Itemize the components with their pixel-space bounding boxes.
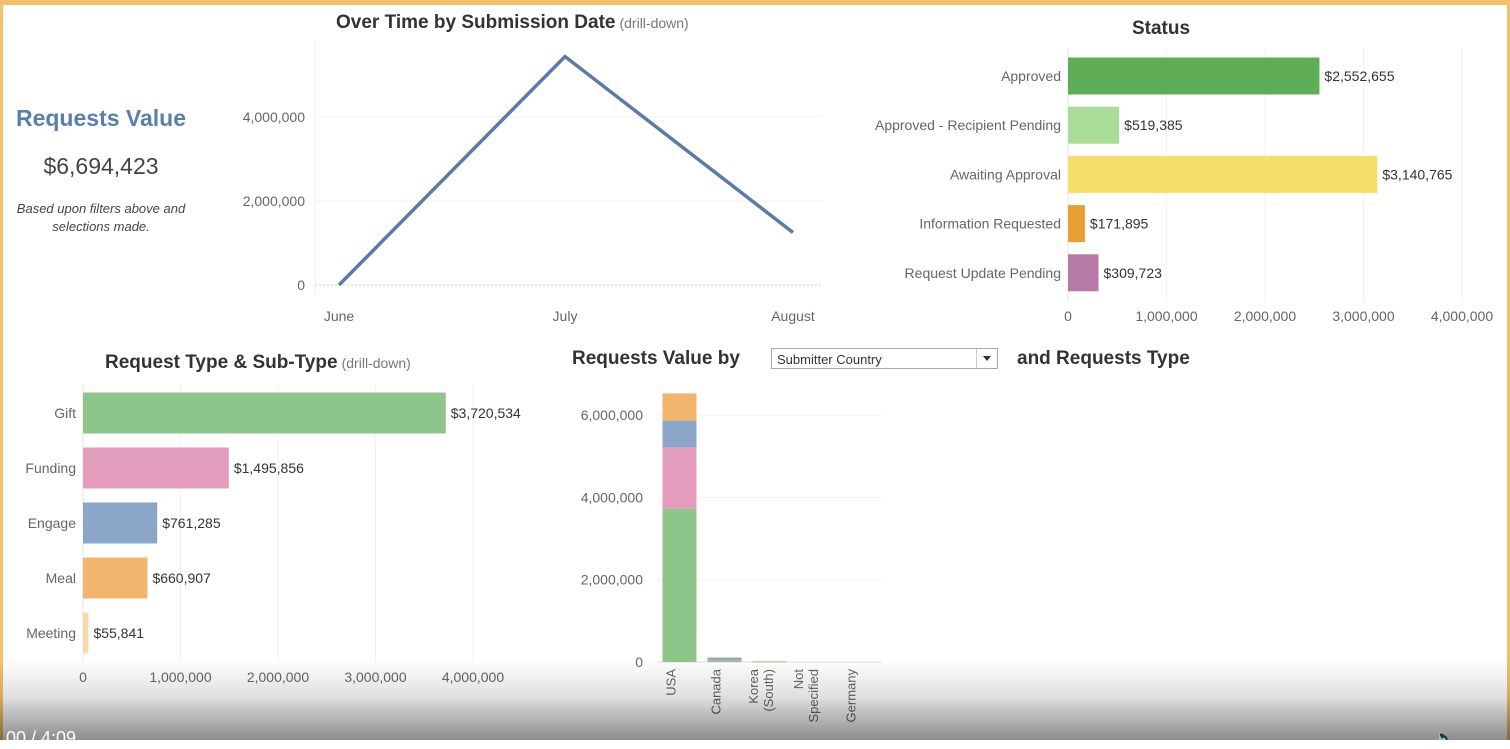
x-tick-label: 2,000,000 — [247, 669, 309, 685]
bar — [1068, 57, 1320, 95]
bar — [83, 502, 158, 544]
bar — [1068, 106, 1120, 144]
country-chart[interactable]: 0 2,000,000 4,000,000 6,000,000 USA Canada Kor… — [560, 380, 900, 740]
x-category-label: (South) — [761, 669, 776, 712]
bar-value-label: $3,720,534 — [451, 405, 521, 421]
bar — [83, 447, 229, 489]
stacked-bar-segment — [707, 657, 742, 658]
bar-value-label: $3,140,765 — [1382, 166, 1452, 182]
stacked-bar-segment — [707, 660, 742, 661]
bar-value-label: $309,723 — [1104, 265, 1163, 281]
x-category-label: Canada — [709, 668, 724, 714]
stacked-bar-segment — [662, 393, 697, 421]
stacked-bar-segment — [752, 661, 787, 662]
status-chart[interactable]: 0 1,000,000 2,000,000 3,000,000 4,000,000 App… — [820, 40, 1510, 340]
y-tick-label: 0 — [297, 277, 305, 293]
volume-icon[interactable]: 🔈 — [1434, 728, 1460, 740]
category-label: Engage — [28, 515, 76, 531]
chevron-down-icon[interactable] — [976, 349, 997, 368]
bar — [1068, 155, 1378, 193]
bar-value-label: $1,495,856 — [234, 460, 304, 476]
category-label: Awaiting Approval — [950, 166, 1061, 182]
category-label: Request Update Pending — [905, 265, 1061, 281]
dimension-dropdown[interactable]: Submitter Country — [771, 348, 998, 369]
bar — [1068, 254, 1099, 292]
x-category-label: USA — [664, 669, 679, 696]
x-category-label: Specified — [806, 669, 821, 722]
bar-value-label: $761,285 — [162, 515, 221, 531]
bar-value-label: $2,552,655 — [1324, 68, 1394, 84]
category-label: Information Requested — [919, 216, 1061, 232]
x-tick-label: 0 — [1064, 308, 1072, 324]
bar-value-label: $660,907 — [152, 570, 211, 586]
stacked-bar-segment — [662, 508, 697, 662]
bar — [1068, 205, 1085, 243]
x-tick-label: 3,000,000 — [344, 669, 406, 685]
over-time-chart[interactable]: 0 2,000,000 4,000,000 June July August — [0, 0, 860, 340]
x-tick-label: 4,000,000 — [442, 669, 504, 685]
bar-value-label: $519,385 — [1124, 117, 1183, 133]
stacked-bar-segment — [662, 447, 697, 509]
x-category-label: Korea — [746, 668, 761, 703]
y-tick-label: 0 — [635, 654, 643, 670]
x-tick-label: 3,000,000 — [1332, 308, 1394, 324]
request-type-title: Request Type & Sub-Type (drill-down) — [105, 352, 411, 373]
category-label: Funding — [25, 460, 76, 476]
bar — [83, 392, 446, 434]
x-tick-label: 1,000,000 — [149, 669, 211, 685]
country-title-suffix: and Requests Type — [1017, 348, 1190, 369]
bar — [83, 557, 148, 599]
category-label: Meal — [46, 570, 76, 586]
bar-value-label: $55,841 — [93, 625, 144, 641]
y-tick-label: 2,000,000 — [243, 193, 305, 209]
x-tick-label: August — [771, 308, 815, 324]
category-label: Approved - Recipient Pending — [875, 117, 1061, 133]
x-tick-label: 4,000,000 — [1431, 308, 1493, 324]
request-type-subtitle: (drill-down) — [341, 355, 411, 371]
y-tick-label: 4,000,000 — [243, 109, 305, 125]
stacked-bar-segment — [662, 420, 697, 448]
country-title-prefix: Requests Value by — [572, 348, 740, 369]
y-tick-label: 6,000,000 — [581, 407, 643, 423]
x-tick-label: July — [553, 308, 578, 324]
category-label: Meeting — [26, 625, 76, 641]
x-tick-label: June — [324, 308, 355, 324]
bar — [83, 612, 89, 654]
player-time: 00 / 4:09 — [6, 728, 77, 748]
request-type-chart[interactable]: 0 1,000,000 2,000,000 3,000,000 4,000,000 Gif… — [0, 380, 560, 700]
line-series — [337, 54, 795, 287]
x-tick-label: 1,000,000 — [1135, 308, 1197, 324]
category-label: Approved — [1001, 68, 1061, 84]
status-title: Status — [1131, 18, 1191, 39]
dropdown-selected-value: Submitter Country — [777, 352, 882, 367]
category-label: Gift — [54, 405, 76, 421]
bar-value-label: $171,895 — [1090, 216, 1149, 232]
x-tick-label: 2,000,000 — [1234, 308, 1296, 324]
y-tick-label: 4,000,000 — [581, 489, 643, 505]
stacked-bar-segment — [707, 657, 742, 661]
y-tick-label: 2,000,000 — [581, 572, 643, 588]
x-category-label: Germany — [844, 669, 859, 723]
x-category-label: Not — [791, 669, 806, 690]
x-tick-label: 0 — [79, 669, 87, 685]
